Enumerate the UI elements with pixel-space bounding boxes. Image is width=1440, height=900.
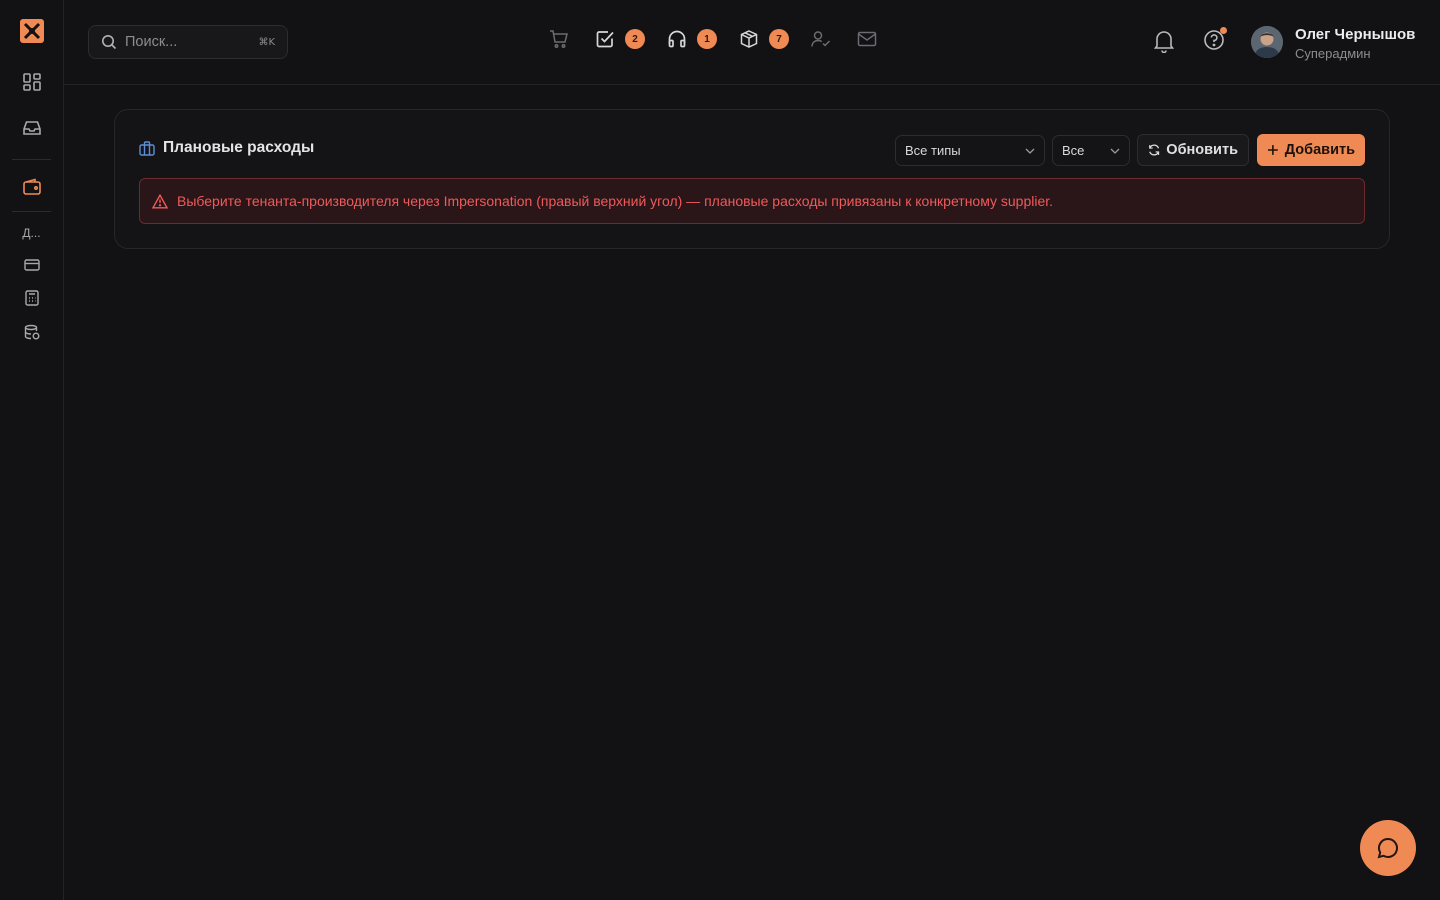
chat-icon — [1377, 837, 1398, 859]
notifications-button[interactable] — [1153, 29, 1175, 58]
approvals-button[interactable] — [811, 29, 831, 49]
checkbox-icon — [596, 31, 614, 48]
user-name[interactable]: Олег Чернышов — [1295, 26, 1415, 43]
user-role: Суперадмин — [1295, 46, 1371, 61]
mail-button[interactable] — [857, 29, 877, 49]
page-title: Плановые расходы — [139, 139, 314, 157]
wallet-icon[interactable] — [22, 177, 42, 197]
search-input[interactable]: Поиск... ⌘K — [88, 25, 288, 59]
package-icon — [740, 30, 758, 48]
packages-badge: 7 — [769, 29, 789, 49]
briefcase-icon — [139, 140, 155, 156]
chat-button[interactable] — [1360, 820, 1416, 876]
type-filter-value: Все типы — [905, 143, 961, 158]
sidebar-section-label: Д... — [22, 226, 41, 240]
top-bar: Поиск... ⌘K 2 1 7 Олег Чернышов Суперадм… — [64, 0, 1440, 85]
app-root: Д... Поиск... ⌘K 2 1 7 Олег Чернышов Суп… — [0, 0, 1440, 900]
calculator-icon[interactable] — [23, 289, 41, 307]
avatar[interactable] — [1251, 26, 1283, 58]
add-button[interactable]: Добавить — [1257, 134, 1365, 166]
chevron-down-icon — [1110, 148, 1120, 154]
alert-text: Выберите тенанта-производителя через Imp… — [177, 193, 1054, 209]
card-icon[interactable] — [23, 257, 41, 273]
refresh-icon — [1149, 144, 1160, 156]
status-filter-value: Все — [1062, 143, 1085, 158]
support-badge: 1 — [697, 29, 717, 49]
tasks-button[interactable]: 2 — [595, 29, 645, 49]
error-alert: Выберите тенанта-производителя через Imp… — [139, 178, 1365, 224]
search-icon — [102, 35, 117, 50]
planned-expenses-card: Плановые расходы Все типы Все Обновить Д… — [114, 109, 1390, 249]
packages-button[interactable]: 7 — [739, 29, 789, 49]
help-button[interactable] — [1203, 27, 1227, 56]
warning-icon — [152, 193, 168, 208]
search-shortcut: ⌘K — [258, 36, 275, 48]
database-icon[interactable] — [23, 323, 41, 341]
headphones-icon — [668, 30, 686, 48]
help-notification-dot — [1220, 27, 1227, 34]
support-button[interactable]: 1 — [667, 29, 717, 49]
cart-button[interactable] — [549, 29, 569, 49]
status-filter-select[interactable]: Все — [1052, 135, 1130, 166]
inbox-icon[interactable] — [22, 118, 42, 138]
cart-icon — [550, 30, 568, 48]
plus-icon — [1267, 145, 1278, 155]
search-placeholder: Поиск... — [125, 34, 178, 50]
sidebar: Д... — [0, 0, 64, 900]
user-check-icon — [811, 31, 831, 47]
sidebar-divider — [12, 159, 51, 160]
refresh-label: Обновить — [1166, 142, 1238, 158]
mail-icon — [857, 31, 877, 47]
sidebar-divider — [12, 211, 51, 212]
add-label: Добавить — [1284, 142, 1355, 158]
brand-logo[interactable] — [19, 18, 45, 44]
type-filter-select[interactable]: Все типы — [895, 135, 1045, 166]
tasks-badge: 2 — [625, 29, 645, 49]
refresh-button[interactable]: Обновить — [1137, 134, 1249, 166]
chevron-down-icon — [1025, 148, 1035, 154]
bell-icon — [1153, 31, 1175, 54]
card-title-text: Плановые расходы — [163, 139, 315, 156]
dashboard-icon[interactable] — [22, 72, 42, 92]
